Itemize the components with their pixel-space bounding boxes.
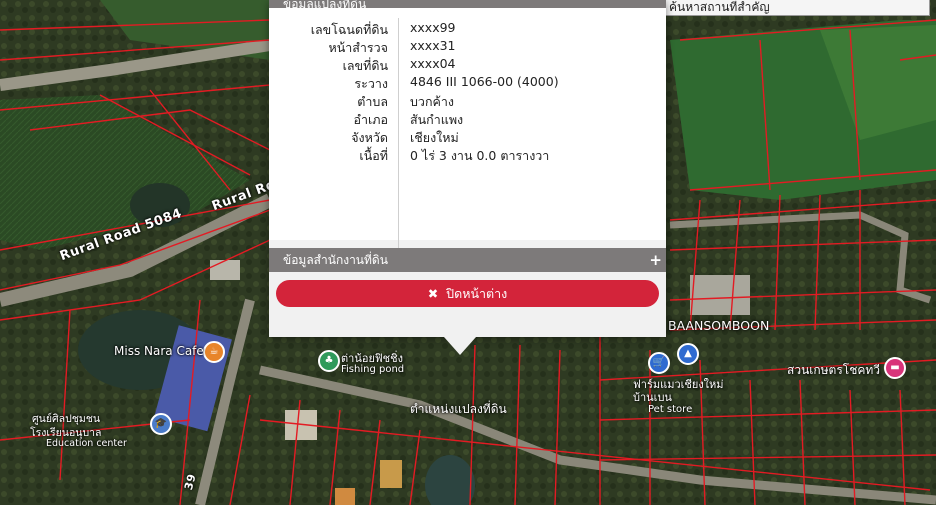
poi-label[interactable]: สวนเกษตรโชคทวี xyxy=(787,361,880,380)
hotel-icon[interactable]: ▬ xyxy=(884,357,906,379)
info-value: เชียงใหม่ xyxy=(410,130,459,145)
info-label: จังหวัด xyxy=(351,130,388,145)
info-row: อำเภอ สันกำแพง xyxy=(269,110,666,128)
parcel-info-popup: ข้อมูลแปลงที่ดิน เลขโฉนดที่ดิน xxxx99 หน… xyxy=(269,0,666,337)
parcel-info-body: เลขโฉนดที่ดิน xxxx99 หน้าสำรวจ xxxx31 เล… xyxy=(269,8,666,254)
cafe-icon[interactable]: ☕ xyxy=(203,341,225,363)
poi-label[interactable]: BAANSOMBOON xyxy=(668,318,769,333)
poi-label[interactable]: Pet store xyxy=(648,404,692,415)
landmark-search-input[interactable]: ค้นหาสถานที่สำคัญ xyxy=(664,0,930,16)
shop-icon[interactable]: ▲ xyxy=(677,343,699,365)
info-value: 0 ไร่ 3 งาน 0.0 ตารางวา xyxy=(410,148,550,163)
info-row: เลขที่ดิน xxxx04 xyxy=(269,56,666,74)
building xyxy=(690,275,750,315)
info-value: xxxx04 xyxy=(410,56,456,71)
poi-label[interactable]: Miss Nara Cafe xyxy=(114,344,204,358)
info-label: เลขโฉนดที่ดิน xyxy=(310,22,388,37)
poi-label[interactable]: Education center xyxy=(46,438,127,449)
popup-pointer xyxy=(444,337,476,355)
info-row: เลขโฉนดที่ดิน xxxx99 xyxy=(269,20,666,38)
info-row: เนื้อที่ 0 ไร่ 3 งาน 0.0 ตารางวา xyxy=(269,146,666,164)
parcel-marker-label: ตำแหน่งแปลงที่ดิน xyxy=(410,402,507,416)
info-row: ตำบล บวกค้าง xyxy=(269,92,666,110)
park-icon[interactable]: ♣ xyxy=(318,350,340,372)
info-value: xxxx99 xyxy=(410,20,456,35)
info-label: เนื้อที่ xyxy=(359,148,388,163)
building xyxy=(210,260,240,280)
close-window-button[interactable]: ✖ ปิดหน้าต่าง xyxy=(276,280,659,307)
building xyxy=(335,488,355,505)
shop-icon[interactable]: 🛒 xyxy=(648,352,670,374)
close-icon: ✖ xyxy=(427,286,439,301)
info-value: xxxx31 xyxy=(410,38,456,53)
info-value: บวกค้าง xyxy=(410,94,455,109)
school-icon[interactable]: 🎓 xyxy=(150,413,172,435)
info-row: หน้าสำรวจ xxxx31 xyxy=(269,38,666,56)
info-value: 4846 III 1066-00 (4000) xyxy=(410,74,559,89)
close-button-label: ปิดหน้าต่าง xyxy=(446,286,508,301)
info-value: สันกำแพง xyxy=(410,112,464,127)
poi-label[interactable]: ฟาร์มแมวเชียงใหม่ บ้านเบน xyxy=(633,378,733,404)
land-office-title: ข้อมูลสำนักงานที่ดิน xyxy=(283,253,388,267)
info-label: อำเภอ xyxy=(353,112,388,127)
info-label: ระวาง xyxy=(354,76,388,91)
land-office-header[interactable]: ข้อมูลสำนักงานที่ดิน + xyxy=(269,248,666,272)
poi-label[interactable]: Fishing pond xyxy=(341,364,404,375)
expand-icon[interactable]: + xyxy=(649,248,662,272)
info-label: เลขที่ดิน xyxy=(342,58,388,73)
info-row: ระวาง 4846 III 1066-00 (4000) xyxy=(269,74,666,92)
info-row: จังหวัด เชียงใหม่ xyxy=(269,128,666,146)
info-label: ตำบล xyxy=(357,94,388,109)
building xyxy=(380,460,402,488)
info-label: หน้าสำรวจ xyxy=(328,40,388,55)
